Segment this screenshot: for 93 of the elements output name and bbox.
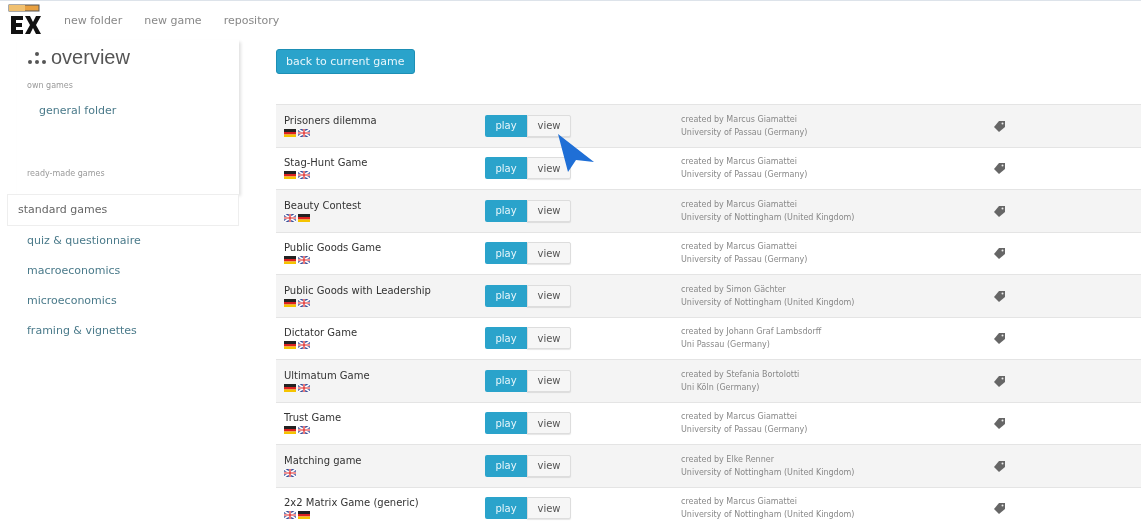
british-flag-icon bbox=[298, 256, 310, 265]
game-name: 2x2 Matrix Game (generic) bbox=[284, 497, 420, 509]
tag-icon bbox=[994, 119, 1006, 132]
view-button[interactable]: view bbox=[527, 327, 571, 350]
tag-icon bbox=[994, 374, 1006, 387]
view-button[interactable]: view bbox=[527, 369, 571, 392]
play-button[interactable]: play bbox=[485, 454, 527, 477]
view-button[interactable]: view bbox=[527, 412, 571, 435]
british-flag-icon bbox=[284, 511, 296, 520]
nav-link[interactable]: new folder bbox=[64, 14, 123, 27]
creator-text: created by Elke Renner bbox=[681, 454, 775, 464]
british-flag-icon bbox=[298, 128, 310, 137]
institution-text: University of Passau (Germany) bbox=[681, 170, 809, 180]
game-name: Public Goods with Leadership bbox=[284, 284, 432, 296]
british-flag-icon bbox=[284, 213, 296, 222]
play-button[interactable]: play bbox=[485, 412, 527, 435]
creator-text: created by Marcus Giamattei bbox=[681, 412, 798, 422]
nav-link[interactable]: new game bbox=[144, 14, 202, 27]
institution-text: Uni Passau (Germany) bbox=[681, 340, 771, 350]
game-name: Ultimatum Game bbox=[284, 369, 371, 381]
institution-text: University of Passau (Germany) bbox=[681, 127, 809, 137]
institution-text: University of Nottingham (United Kingdom) bbox=[681, 212, 856, 222]
creator-text: created by Marcus Giamattei bbox=[681, 199, 798, 209]
nav-link[interactable]: repository bbox=[223, 14, 280, 27]
tag-icon bbox=[994, 502, 1006, 515]
play-button[interactable]: play bbox=[485, 497, 527, 520]
sidebar-item[interactable]: general folder bbox=[27, 98, 239, 123]
german-flag-icon bbox=[284, 298, 296, 307]
tag-icon bbox=[994, 162, 1006, 175]
creator-text: created by Marcus Giamattei bbox=[681, 114, 798, 124]
german-flag-icon bbox=[284, 341, 296, 350]
play-button[interactable]: play bbox=[485, 199, 527, 222]
british-flag-icon bbox=[284, 468, 296, 477]
creator-text: created by Marcus Giamattei bbox=[681, 242, 798, 252]
view-button[interactable]: view bbox=[527, 199, 571, 222]
german-flag-icon bbox=[284, 171, 296, 180]
view-button[interactable]: view bbox=[527, 242, 571, 265]
sidebar-item[interactable]: macroeconomics bbox=[17, 256, 239, 286]
british-flag-icon bbox=[298, 171, 310, 180]
game-name: Beauty Contest bbox=[284, 199, 363, 211]
game-name: Dictator Game bbox=[284, 327, 359, 339]
tag-icon bbox=[994, 332, 1006, 345]
sidebar-title: overview bbox=[51, 46, 130, 69]
game-name: Public Goods Game bbox=[284, 242, 383, 254]
view-button[interactable]: view bbox=[527, 497, 571, 520]
game-name: Trust Game bbox=[284, 412, 343, 424]
german-flag-icon bbox=[298, 213, 310, 222]
game-name: Prisoners dilemma bbox=[284, 114, 378, 126]
creator-text: created by Marcus Giamattei bbox=[681, 497, 798, 507]
play-button[interactable]: play bbox=[485, 369, 527, 392]
creator-text: created by Simon Gächter bbox=[681, 284, 787, 294]
game-name: Stag-Hunt Game bbox=[284, 157, 369, 169]
creator-text: created by Marcus Giamattei bbox=[681, 157, 798, 167]
british-flag-icon bbox=[298, 426, 310, 435]
sidebar-item[interactable]: microeconomics bbox=[17, 286, 239, 316]
creator-text: created by Stefania Bortolotti bbox=[681, 369, 801, 379]
german-flag-icon bbox=[298, 511, 310, 520]
view-button[interactable]: view bbox=[527, 157, 571, 180]
play-button[interactable]: play bbox=[485, 114, 527, 137]
german-flag-icon bbox=[284, 426, 296, 435]
tag-icon bbox=[994, 247, 1006, 260]
back-button[interactable]: back to current game bbox=[276, 49, 415, 74]
institution-text: University of Passau (Germany) bbox=[681, 425, 809, 435]
play-button[interactable]: play bbox=[485, 327, 527, 350]
institution-text: University of Passau (Germany) bbox=[681, 255, 809, 265]
section-label: own games bbox=[27, 81, 74, 90]
hierarchy-icon bbox=[27, 50, 47, 65]
sidebar-item[interactable]: quiz & questionnaire bbox=[17, 226, 239, 256]
institution-text: Uni Köln (Germany) bbox=[681, 382, 761, 392]
tag-icon bbox=[994, 289, 1006, 302]
tag-icon bbox=[994, 459, 1006, 472]
view-button[interactable]: view bbox=[527, 284, 571, 307]
view-button[interactable]: view bbox=[527, 114, 571, 137]
institution-text: University of Nottingham (United Kingdom) bbox=[681, 467, 856, 477]
play-button[interactable]: play bbox=[485, 157, 527, 180]
institution-text: University of Nottingham (United Kingdom) bbox=[681, 510, 856, 520]
british-flag-icon bbox=[298, 341, 310, 350]
play-button[interactable]: play bbox=[485, 284, 527, 307]
british-flag-icon bbox=[298, 298, 310, 307]
section-label: ready-made games bbox=[27, 169, 106, 178]
creator-text: created by Johann Graf Lambsdorff bbox=[681, 327, 823, 337]
game-name: Matching game bbox=[284, 454, 363, 466]
german-flag-icon bbox=[284, 128, 296, 137]
play-button[interactable]: play bbox=[485, 242, 527, 265]
german-flag-icon bbox=[284, 256, 296, 265]
institution-text: University of Nottingham (United Kingdom) bbox=[681, 297, 856, 307]
sidebar-item[interactable]: standard games bbox=[7, 194, 239, 226]
tag-icon bbox=[994, 417, 1006, 430]
german-flag-icon bbox=[284, 383, 296, 392]
sidebar-item[interactable]: framing & vignettes bbox=[17, 316, 239, 346]
tag-icon bbox=[994, 204, 1006, 217]
view-button[interactable]: view bbox=[527, 454, 571, 477]
british-flag-icon bbox=[298, 383, 310, 392]
